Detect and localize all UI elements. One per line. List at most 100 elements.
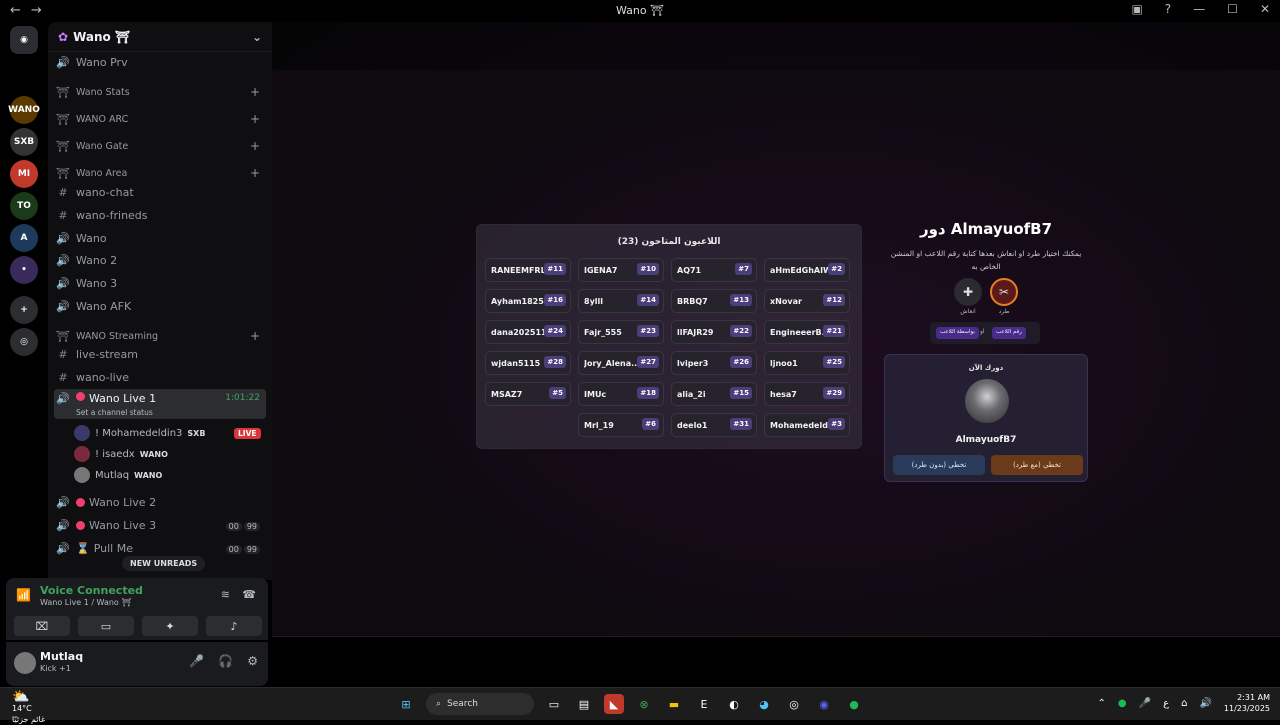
steam-icon[interactable]: ◐ [724,694,744,714]
network-icon[interactable]: ⌂ [1181,698,1187,709]
add-channel-icon[interactable]: + [250,85,260,99]
server-mi-icon[interactable]: MI [10,160,38,188]
server-a-icon[interactable]: A [10,224,38,252]
channel-live-stream[interactable]: # live-stream [54,344,266,364]
activities-icon[interactable]: ✦ [142,616,198,636]
mic-tray-icon[interactable]: 🎤 [1139,698,1151,709]
noise-suppression-icon[interactable]: ≋ [221,588,230,601]
help-icon[interactable]: ? [1165,2,1171,16]
search-box[interactable]: ⌕ Search [426,693,534,715]
amd-icon[interactable]: ◣ [604,694,624,714]
epic-games-icon[interactable]: E [694,694,714,714]
voice-user[interactable]: ! Mohamedeldin3 SXB LIVE [74,423,261,443]
avatar[interactable] [14,652,36,674]
channel-wano-chat[interactable]: # wano-chat [54,182,266,202]
player-cell[interactable]: BRBQ7 #13 [671,289,757,313]
channel-wano-2[interactable]: 🔊 Wano 2 [54,250,266,270]
server-header[interactable]: ✿ Wano ⛩ ⌄ [48,22,272,52]
store-icon[interactable]: ▤ [574,694,594,714]
headphones-icon[interactable]: 🎧 [218,654,233,668]
category-wano-area[interactable]: ⛩ Wano Area + [54,163,266,183]
add-channel-icon[interactable]: + [250,329,260,343]
user-name[interactable]: Mutlaq [40,650,83,663]
server-misc-icon[interactable]: • [10,256,38,284]
new-unreads-button[interactable]: NEW UNREADS [122,556,206,571]
player-cell[interactable]: aHmEdGhAIW...#2 [764,258,850,282]
channel-wano-live[interactable]: # wano-live [54,367,266,387]
player-cell[interactable]: xNovar #12 [764,289,850,313]
channel-wano-prv[interactable]: 🔊 Wano Prv [54,52,266,72]
add-channel-icon[interactable]: + [250,112,260,126]
add-channel-icon[interactable]: + [250,166,260,180]
player-cell[interactable]: Mrl_19 #6 [578,413,664,437]
voice-user[interactable]: ! isaedx WANO [74,444,168,464]
clock[interactable]: 2:31 AM 11/23/2025 [1224,692,1270,714]
voice-user[interactable]: Mutlaq WANO [74,465,162,485]
player-cell[interactable]: lviper3 #26 [671,351,757,375]
start-icon[interactable]: ⊞ [396,694,416,714]
player-cell[interactable]: ljnoo1 #25 [764,351,850,375]
inbox-icon[interactable]: ▣ [1131,2,1142,16]
close-button[interactable]: ✕ [1260,2,1270,16]
player-cell[interactable]: EngineeerB... #21 [764,320,850,344]
player-cell[interactable]: RANEEMFRL #11 [485,258,571,282]
task-view-icon[interactable]: ▭ [544,694,564,714]
player-cell[interactable]: dana202511 #24 [485,320,571,344]
voice-channel-sub[interactable]: Wano Live 1 / Wano ⛩ [40,598,132,607]
player-cell[interactable]: Mohamedeld...#3 [764,413,850,437]
player-cell[interactable]: Ayham1825 #16 [485,289,571,313]
player-cell[interactable]: alia_2i #15 [671,382,757,406]
skip-no-kick-button[interactable]: تخطي (بدون طرد) [893,455,985,475]
player-cell[interactable]: Fajr_555 #23 [578,320,664,344]
player-cell[interactable]: hesa7 #29 [764,382,850,406]
player-cell[interactable]: llFAJR29 #22 [671,320,757,344]
player-cell[interactable]: deelo1 #31 [671,413,757,437]
spotify-tray-icon[interactable]: ● [1118,698,1127,709]
player-cell[interactable]: Jory_Alena... #27 [578,351,664,375]
add-server-icon[interactable]: + [10,296,38,324]
channel-wano-3[interactable]: 🔊 Wano 3 [54,273,266,293]
gear-icon[interactable]: ⚙ [247,654,258,668]
maximize-button[interactable]: ☐ [1227,2,1238,16]
xbox-icon[interactable]: ⊗ [634,694,654,714]
category-wano-gate[interactable]: ⛩ Wano Gate + [54,136,266,156]
category-wano-streaming[interactable]: ⛩ WANO Streaming + [54,326,266,346]
server-wano-icon[interactable]: WANO [8,96,40,124]
channel-wano-live-3[interactable]: 🔊 Wano Live 3 00 99 [54,515,266,535]
skip-with-kick-button[interactable]: تخطي (مع طرد) [991,455,1083,475]
camera-off-icon[interactable]: ⌧ [14,616,70,636]
revive-button[interactable]: ✚ [954,278,982,306]
edge-icon[interactable]: ◕ [754,694,774,714]
channel-wano-afk[interactable]: 🔊 Wano AFK [54,296,266,316]
player-cell[interactable]: wjdan5115 #28 [485,351,571,375]
add-channel-icon[interactable]: + [250,139,260,153]
player-cell[interactable]: IGENA7 #10 [578,258,664,282]
discover-icon[interactable]: ◎ [10,328,38,356]
spotify-icon[interactable]: ● [844,694,864,714]
disconnect-icon[interactable]: ☎ [242,588,256,601]
player-cell[interactable]: AQ71 #7 [671,258,757,282]
file-explorer-icon[interactable]: ▬ [664,694,684,714]
weather-widget[interactable]: ⛅ 14°C غائم جزئيًا [12,690,45,725]
channel-wano-live-2[interactable]: 🔊 Wano Live 2 [54,492,266,512]
player-cell[interactable]: MSAZ7 #5 [485,382,571,406]
screen-share-icon[interactable]: ▭ [78,616,134,636]
server-to-icon[interactable]: TO [10,192,38,220]
channel-pull-me[interactable]: 🔊 ⌛ Pull Me 00 99 [54,538,266,558]
channel-wano-frineds[interactable]: # wano-frineds [54,205,266,225]
language-indicator[interactable]: ع [1163,698,1169,709]
category-wano-stats[interactable]: ⛩ Wano Stats + [54,82,266,102]
channel-wano-live-1[interactable]: 🔊 Wano Live 1 1:01:22 Set a channel stat… [54,389,266,419]
chrome-icon[interactable]: ◎ [784,694,804,714]
discord-home-icon[interactable]: ◉ [10,26,38,54]
channel-status[interactable]: Set a channel status [76,408,153,417]
server-sxb-icon[interactable]: SXB [10,128,38,156]
player-cell[interactable]: IMUc #18 [578,382,664,406]
volume-icon[interactable]: 🔊 [1199,698,1211,709]
category-wano-arc[interactable]: ⛩ WANO ARC + [54,109,266,129]
player-cell[interactable]: 8ylll #14 [578,289,664,313]
microphone-icon[interactable]: 🎤 [189,654,204,668]
minimize-button[interactable]: — [1193,2,1205,16]
discord-icon[interactable]: ◉ [814,694,834,714]
channel-wano[interactable]: 🔊 Wano [54,228,266,248]
